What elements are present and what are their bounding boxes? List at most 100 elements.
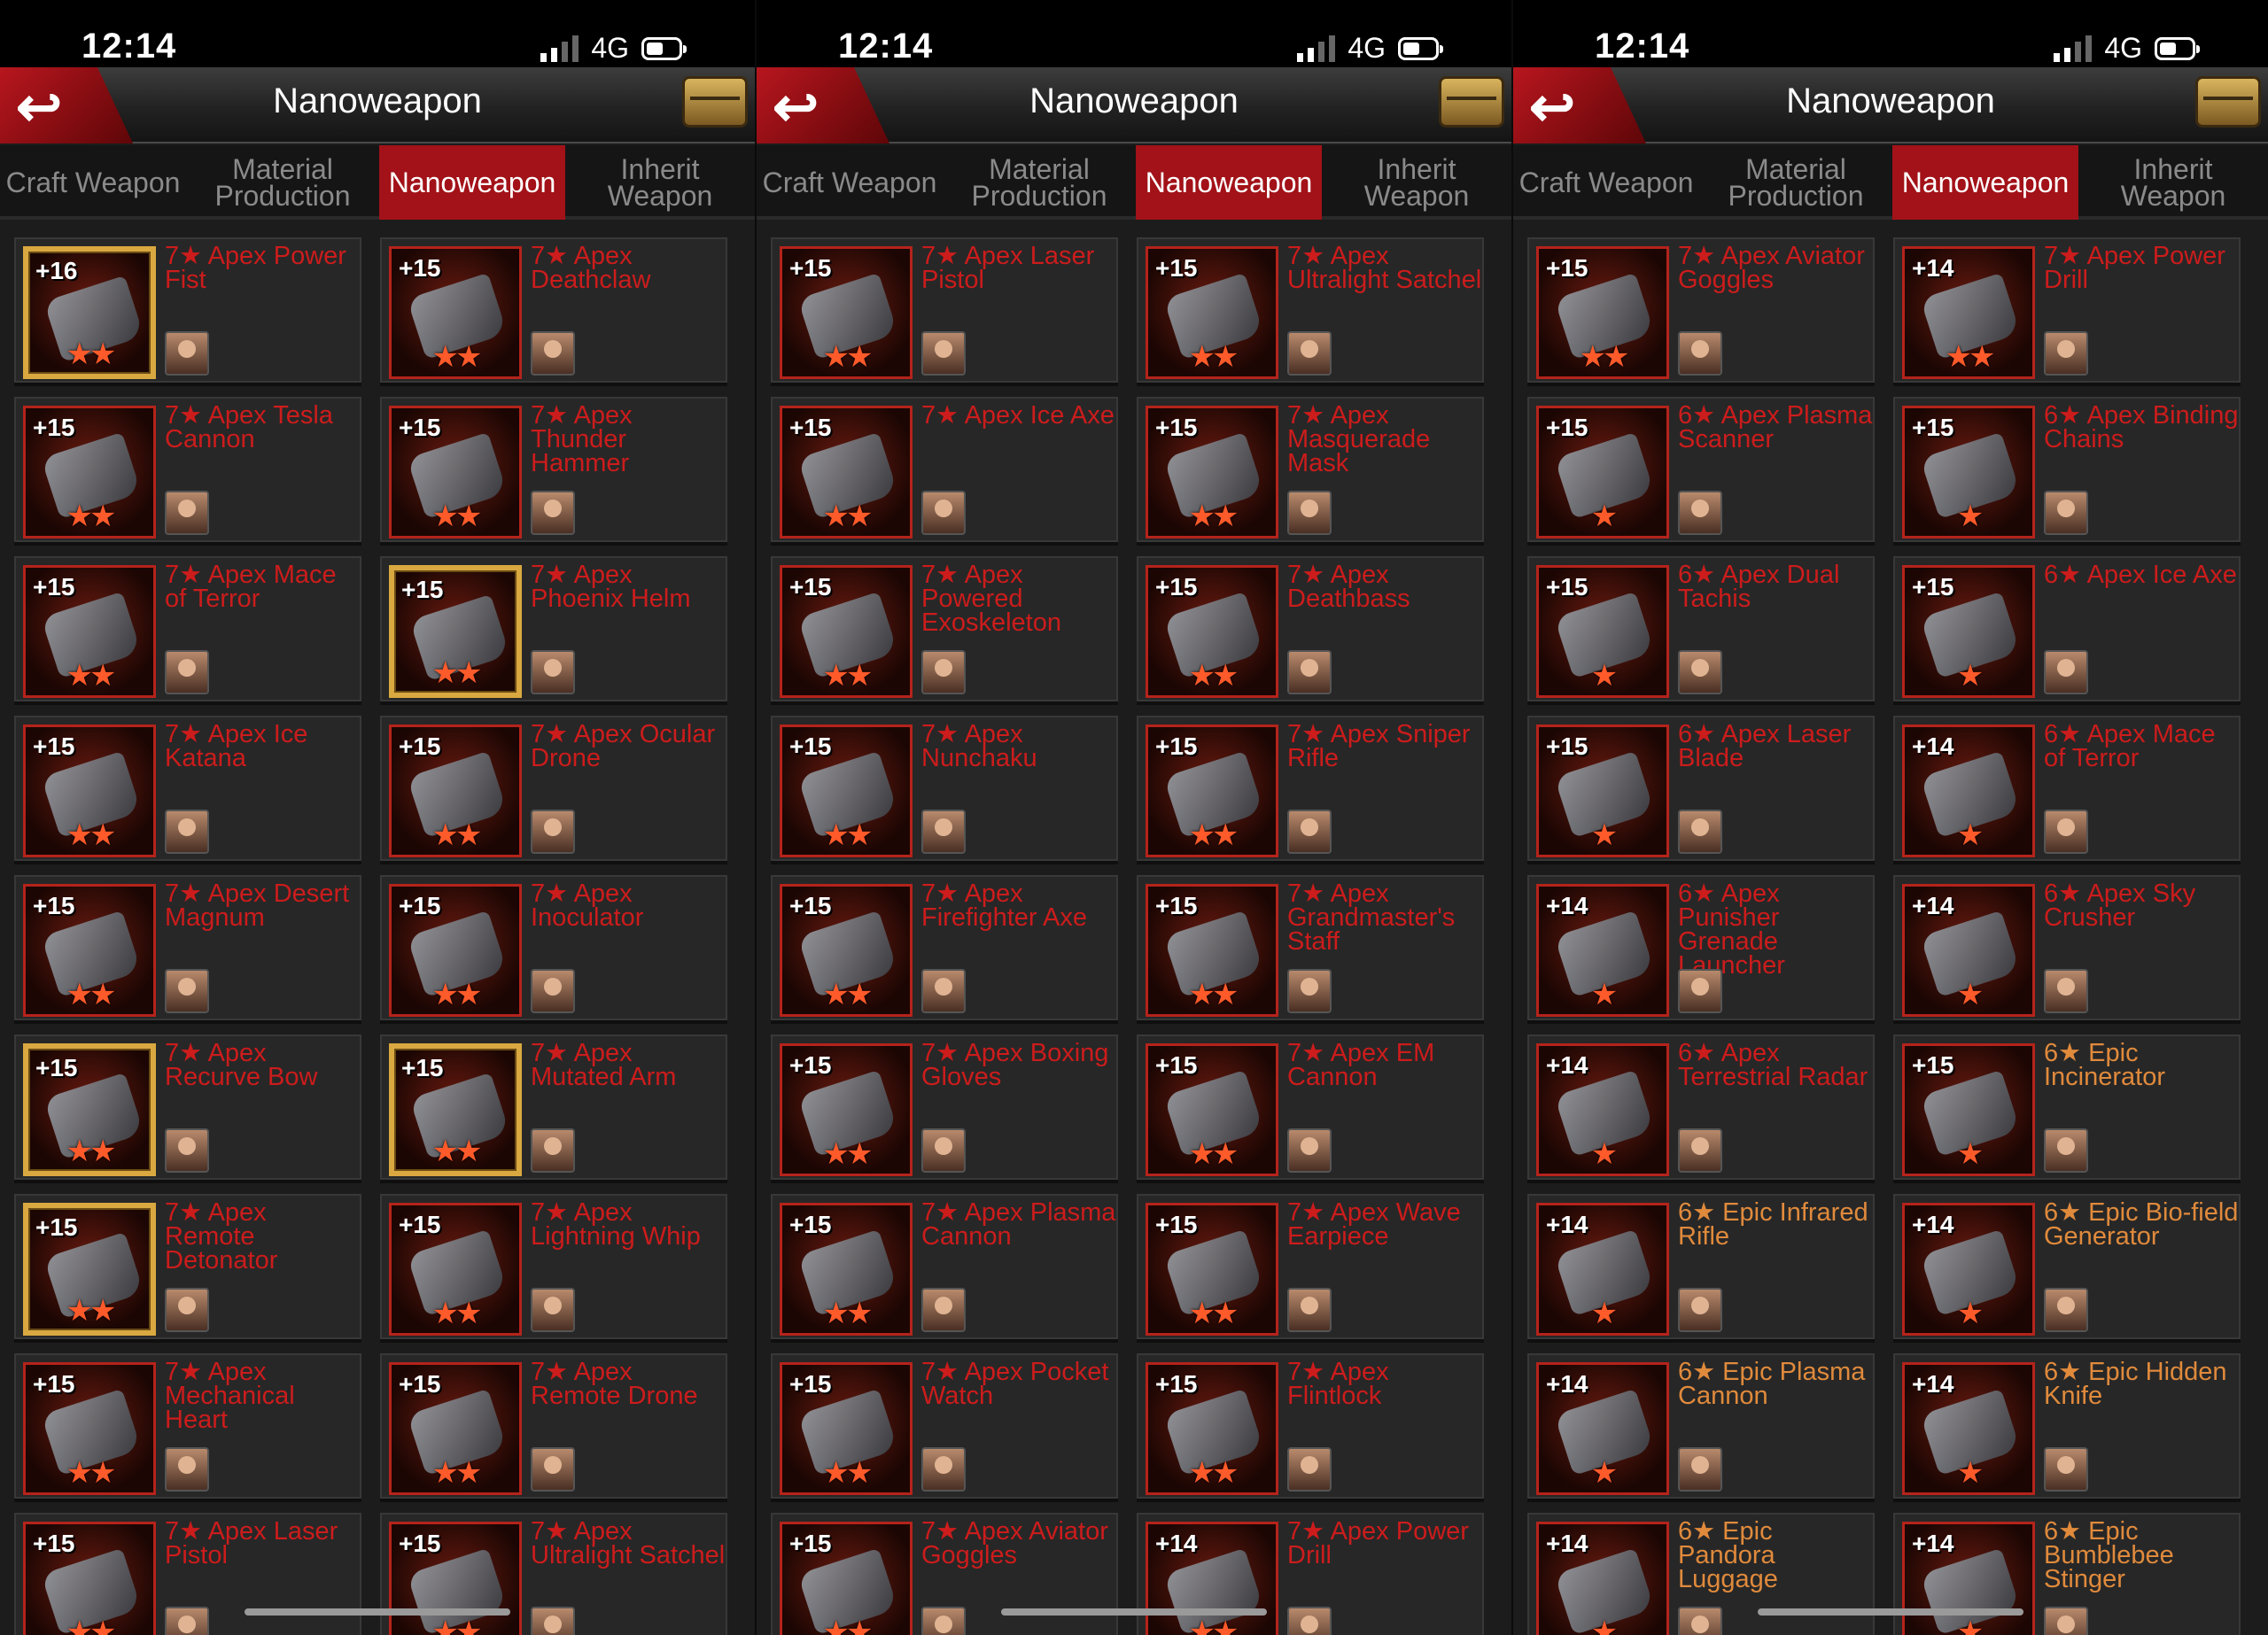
star-rating-icon: ★: [1956, 1456, 1984, 1490]
tab-craft-weapon[interactable]: Craft Weapon: [757, 145, 943, 220]
tab-inherit-weapon[interactable]: Inherit Weapon: [2078, 145, 2268, 220]
owner-avatar: [2044, 491, 2088, 535]
owner-avatar: [531, 1607, 575, 1635]
enhance-level: +15: [35, 1213, 78, 1241]
weapon-card[interactable]: +15 ★★ 7★ Apex Deathbass: [1137, 556, 1484, 701]
enhance-level: +15: [1155, 1370, 1198, 1398]
owner-avatar: [921, 969, 966, 1013]
weapon-card[interactable]: +14 ★ 6★ Epic Infrared Rifle: [1527, 1194, 1875, 1339]
weapon-card[interactable]: +15 ★★ 7★ Apex Lightning Whip: [380, 1194, 727, 1339]
weapon-card[interactable]: +15 ★ 6★ Epic Incinerator: [1893, 1034, 2241, 1180]
weapon-card[interactable]: +15 ★★ 7★ Apex Remote Detonator: [14, 1194, 361, 1339]
enhance-level: +15: [33, 1530, 75, 1557]
tab-material-production[interactable]: Material Production: [943, 145, 1136, 220]
tab-craft-weapon[interactable]: Craft Weapon: [1513, 145, 1699, 220]
weapon-card[interactable]: +15 ★★ 7★ Apex Laser Pistol: [14, 1513, 361, 1635]
weapon-card[interactable]: +15 ★★ 7★ Apex Ultralight Satchel: [1137, 237, 1484, 383]
owner-avatar: [1287, 810, 1332, 854]
weapon-card[interactable]: +15 ★★ 7★ Apex Mechanical Heart: [14, 1353, 361, 1499]
weapon-card[interactable]: +14 ★ 6★ Apex Mace of Terror: [1893, 716, 2241, 861]
enhance-level: +15: [399, 1211, 441, 1238]
weapon-card[interactable]: +15 ★★ 7★ Apex Aviator Goggles: [1527, 237, 1875, 383]
weapon-card[interactable]: +14 ★ 6★ Epic Hidden Knife: [1893, 1353, 2241, 1499]
weapon-card[interactable]: +15 ★★ 7★ Apex Flintlock: [1137, 1353, 1484, 1499]
weapon-card[interactable]: +15 ★★ 7★ Apex Ice Axe: [771, 397, 1118, 542]
weapon-card[interactable]: +15 ★★ 7★ Apex Pocket Watch: [771, 1353, 1118, 1499]
weapon-icon: +14 ★: [1902, 884, 2035, 1017]
weapon-card[interactable]: +15 ★★ 7★ Apex Wave Earpiece: [1137, 1194, 1484, 1339]
star-rating-icon: ★★: [431, 978, 483, 1011]
weapon-card[interactable]: +14 ★ 6★ Epic Bio-field Generator: [1893, 1194, 2241, 1339]
weapon-name: 7★ Apex Remote Drone: [531, 1358, 698, 1410]
weapon-icon: +15 ★★: [23, 1043, 156, 1176]
weapon-card[interactable]: +14 ★ 6★ Epic Bumblebee Stinger: [1893, 1513, 2241, 1635]
weapon-card[interactable]: +14 ★ 6★ Apex Punisher Grenade Launcher: [1527, 875, 1875, 1020]
star-rating-icon: ★: [1956, 659, 1984, 693]
enhance-level: +15: [789, 1051, 832, 1079]
star-rating-icon: ★: [1590, 1456, 1618, 1490]
weapon-icon: +15 ★★: [389, 884, 522, 1017]
status-time: 12:14: [82, 27, 177, 66]
weapon-card[interactable]: +15 ★ 6★ Apex Binding Chains: [1893, 397, 2241, 542]
weapon-icon: +15 ★★: [780, 1362, 913, 1495]
weapon-card[interactable]: +15 ★★ 7★ Apex Ultralight Satchel: [380, 1513, 727, 1635]
weapon-card[interactable]: +15 ★★ 7★ Apex Masquerade Mask: [1137, 397, 1484, 542]
tab-inherit-weapon[interactable]: Inherit Weapon: [565, 145, 755, 220]
tab-inherit-weapon[interactable]: Inherit Weapon: [1322, 145, 1511, 220]
weapon-card[interactable]: +15 ★★ 7★ Apex Nunchaku: [771, 716, 1118, 861]
weapon-name: 7★ Apex Ice Axe: [921, 401, 1115, 430]
weapon-name: 6★ Apex Dual Tachis: [1678, 561, 1840, 613]
weapon-card[interactable]: +15 ★★ 7★ Apex Recurve Bow: [14, 1034, 361, 1180]
weapon-card[interactable]: +15 ★★ 7★ Apex EM Cannon: [1137, 1034, 1484, 1180]
weapon-card[interactable]: +15 ★★ 7★ Apex Remote Drone: [380, 1353, 727, 1499]
weapon-card[interactable]: +15 ★★ 7★ Apex Aviator Goggles: [771, 1513, 1118, 1635]
weapon-card[interactable]: +15 ★★ 7★ Apex Powered Exoskeleton: [771, 556, 1118, 701]
weapon-card[interactable]: +15 ★ 6★ Apex Ice Axe: [1893, 556, 2241, 701]
weapon-card[interactable]: +15 ★★ 7★ Apex Mutated Arm: [380, 1034, 727, 1180]
weapon-card[interactable]: +16 ★★ 7★ Apex Power Fist: [14, 237, 361, 383]
owner-avatar: [1678, 1447, 1722, 1492]
weapon-card[interactable]: +15 ★★ 7★ Apex Grandmaster's Staff: [1137, 875, 1484, 1020]
scroll-indicator: [1758, 1608, 2023, 1616]
weapon-card[interactable]: +14 ★ 6★ Epic Pandora Luggage: [1527, 1513, 1875, 1635]
weapon-name: 7★ Apex Masquerade Mask: [1287, 401, 1431, 477]
enhance-level: +14: [1155, 1530, 1198, 1557]
weapon-card[interactable]: +15 ★ 6★ Apex Dual Tachis: [1527, 556, 1875, 701]
weapon-icon: +15 ★: [1536, 725, 1669, 857]
weapon-card[interactable]: +15 ★★ 7★ Apex Tesla Cannon: [14, 397, 361, 542]
weapon-card[interactable]: +15 ★★ 7★ Apex Boxing Gloves: [771, 1034, 1118, 1180]
tab-material-production[interactable]: Material Production: [186, 145, 379, 220]
star-rating-icon: ★: [1590, 978, 1618, 1011]
weapon-card[interactable]: +15 ★★ 7★ Apex Ocular Drone: [380, 716, 727, 861]
treasure-chest-icon[interactable]: [1439, 76, 1504, 128]
treasure-chest-icon[interactable]: [2195, 76, 2261, 128]
weapon-card[interactable]: +15 ★ 6★ Apex Laser Blade: [1527, 716, 1875, 861]
weapon-card[interactable]: +15 ★★ 7★ Apex Desert Magnum: [14, 875, 361, 1020]
enhance-level: +15: [399, 892, 441, 919]
weapon-card[interactable]: +15 ★★ 7★ Apex Phoenix Helm: [380, 556, 727, 701]
weapon-card[interactable]: +15 ★★ 7★ Apex Mace of Terror: [14, 556, 361, 701]
treasure-chest-icon[interactable]: [682, 76, 748, 128]
weapon-card[interactable]: +14 ★ 6★ Epic Plasma Cannon: [1527, 1353, 1875, 1499]
weapon-card[interactable]: +15 ★★ 7★ Apex Deathclaw: [380, 237, 727, 383]
weapon-card[interactable]: +15 ★★ 7★ Apex Laser Pistol: [771, 237, 1118, 383]
tab-material-production[interactable]: Material Production: [1699, 145, 1892, 220]
weapon-card[interactable]: +14 ★★ 7★ Apex Power Drill: [1137, 1513, 1484, 1635]
weapon-card[interactable]: +15 ★★ 7★ Apex Plasma Cannon: [771, 1194, 1118, 1339]
weapon-icon: +15 ★★: [1146, 884, 1278, 1017]
weapon-card[interactable]: +14 ★ 6★ Apex Terrestrial Radar: [1527, 1034, 1875, 1180]
tab-nanoweapon[interactable]: Nanoweapon: [379, 145, 565, 220]
tab-nanoweapon[interactable]: Nanoweapon: [1892, 145, 2078, 220]
tab-nanoweapon[interactable]: Nanoweapon: [1136, 145, 1322, 220]
weapon-card[interactable]: +15 ★★ 7★ Apex Thunder Hammer: [380, 397, 727, 542]
star-rating-icon: ★: [1956, 1137, 1984, 1171]
tab-craft-weapon[interactable]: Craft Weapon: [0, 145, 186, 220]
weapon-card[interactable]: +15 ★★ 7★ Apex Sniper Rifle: [1137, 716, 1484, 861]
weapon-card[interactable]: +15 ★★ 7★ Apex Inoculator: [380, 875, 727, 1020]
weapon-card[interactable]: +14 ★★ 7★ Apex Power Drill: [1893, 237, 2241, 383]
weapon-card[interactable]: +15 ★★ 7★ Apex Firefighter Axe: [771, 875, 1118, 1020]
weapon-icon: +15 ★★: [23, 1203, 156, 1336]
weapon-card[interactable]: +15 ★ 6★ Apex Plasma Scanner: [1527, 397, 1875, 542]
weapon-card[interactable]: +15 ★★ 7★ Apex Ice Katana: [14, 716, 361, 861]
weapon-card[interactable]: +14 ★ 6★ Apex Sky Crusher: [1893, 875, 2241, 1020]
